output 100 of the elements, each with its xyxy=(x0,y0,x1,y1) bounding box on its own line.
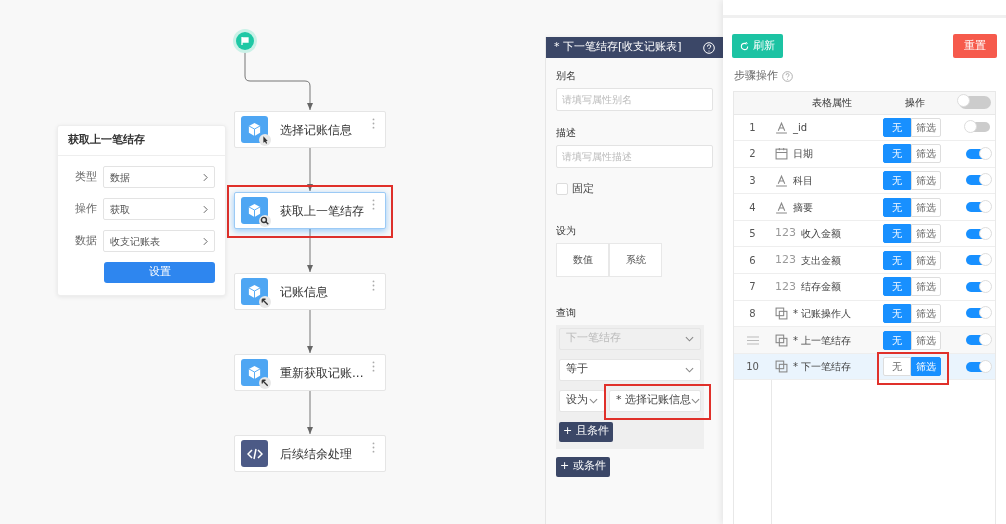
cube-icon xyxy=(247,203,262,218)
linked-squares-icon xyxy=(775,333,788,347)
attribute-name: 结存金额 xyxy=(801,280,841,295)
segment-option[interactable]: 筛选 xyxy=(911,171,941,190)
attribute-name: 日期 xyxy=(793,147,813,162)
segment-option[interactable]: 筛选 xyxy=(911,277,941,297)
checkbox[interactable] xyxy=(556,183,568,196)
node-label: 记账信息 xyxy=(280,283,328,301)
segment-option[interactable]: 筛选 xyxy=(911,197,941,217)
row-number: 10 xyxy=(746,360,759,375)
segment-option[interactable]: 筛选 xyxy=(911,144,941,164)
table-row[interactable]: 1 _id 无 筛选 xyxy=(734,114,995,142)
table-row[interactable]: 6 123 支出金额 无 筛选 xyxy=(734,247,995,275)
flow-node[interactable]: 选择记账信息 xyxy=(234,111,386,148)
chevron-right-icon xyxy=(203,236,208,246)
field-label: 查询 xyxy=(556,305,577,320)
arrow-icon xyxy=(259,296,271,308)
table-row[interactable]: 3 科目 无 筛选 xyxy=(734,167,995,195)
table-row[interactable]: * 上一笔结存 无 筛选 xyxy=(734,327,995,354)
toggle-switch[interactable] xyxy=(966,308,990,319)
connector xyxy=(307,390,313,435)
option-button[interactable]: 数值 xyxy=(556,242,609,277)
flag-icon xyxy=(241,37,249,45)
flow-node[interactable]: 记账信息 xyxy=(234,273,386,310)
table-row[interactable]: 2 日期 无 筛选 xyxy=(734,141,995,168)
add-and-condition-button[interactable]: + 且条件 xyxy=(559,421,613,442)
section-label: 步骤操作 xyxy=(734,68,778,84)
row-number: 2 xyxy=(749,147,756,162)
linked-squares-icon xyxy=(775,360,788,374)
field-label: 别名 xyxy=(556,69,577,83)
more-icon[interactable] xyxy=(372,361,375,372)
more-icon[interactable] xyxy=(372,442,375,453)
attribute-name: * 记账操作人 xyxy=(793,306,852,321)
segment-option[interactable]: 筛选 xyxy=(911,303,941,323)
flow-node[interactable]: 获取上一笔结存 xyxy=(234,192,386,229)
toggle-switch[interactable] xyxy=(966,122,990,133)
select-field[interactable]: * 选择记账信息 xyxy=(609,389,701,412)
drag-handle-icon[interactable] xyxy=(746,335,759,345)
text-type-icon xyxy=(775,174,788,187)
column-header: 表格属性 xyxy=(811,96,853,110)
segment-option[interactable]: 筛选 xyxy=(911,250,941,270)
start-node[interactable] xyxy=(236,32,254,50)
select-field[interactable]: 收支记账表 xyxy=(103,230,215,252)
attribute-name: 支出金额 xyxy=(801,253,841,268)
node-label: 后续结余处理 xyxy=(280,445,352,463)
settings-button[interactable]: 设置 xyxy=(104,262,215,283)
text-type-icon xyxy=(775,200,788,214)
select-field[interactable]: 设为 xyxy=(559,389,605,412)
flow-node[interactable]: 后续结余处理 xyxy=(234,435,386,472)
chevron-down-icon xyxy=(691,397,700,404)
select-field[interactable]: 等于 xyxy=(559,358,701,381)
table-row[interactable]: 8 * 记账操作人 无 筛选 xyxy=(734,300,995,328)
field-label: 操作 xyxy=(74,200,98,217)
more-icon[interactable] xyxy=(372,280,375,291)
toggle-switch[interactable] xyxy=(966,255,990,266)
toggle-switch[interactable] xyxy=(959,96,991,109)
row-number: 4 xyxy=(749,200,756,215)
toggle-switch[interactable] xyxy=(966,228,990,239)
toggle-switch[interactable] xyxy=(966,148,990,159)
toggle-switch[interactable] xyxy=(966,202,990,213)
add-or-condition-button[interactable]: + 或条件 xyxy=(556,456,610,477)
number-type-label: 123 xyxy=(775,278,796,295)
text-type-icon xyxy=(775,120,788,134)
toggle-switch[interactable] xyxy=(966,175,990,186)
row-number: 3 xyxy=(749,174,756,188)
table-row[interactable]: 7 123 结存金额 无 筛选 xyxy=(734,274,995,301)
more-icon[interactable] xyxy=(372,118,375,129)
field-label: 设为 xyxy=(556,223,577,238)
row-number: 1 xyxy=(749,120,756,135)
toggle-switch[interactable] xyxy=(966,361,990,372)
node-label: 获取上一笔结存 xyxy=(280,202,364,220)
attribute-name: 摘要 xyxy=(793,200,813,215)
table-row[interactable]: 10 * 下一笔结存 无 筛选 xyxy=(734,353,995,381)
chevron-down-icon xyxy=(589,397,598,404)
checkbox-label: 固定 xyxy=(572,181,594,197)
more-icon[interactable] xyxy=(372,199,375,210)
chevron-right-icon xyxy=(203,172,208,182)
column-header: 操作 xyxy=(904,96,926,110)
segment-option[interactable]: 筛选 xyxy=(911,117,941,137)
segment-option[interactable]: 无 xyxy=(883,357,911,377)
segment-option[interactable]: 筛选 xyxy=(911,330,941,350)
pointer-icon xyxy=(259,134,271,146)
table-row[interactable]: 4 摘要 无 筛选 xyxy=(734,194,995,221)
table-row[interactable]: 5 123 收入金额 无 筛选 xyxy=(734,220,995,248)
linked-squares-icon xyxy=(775,306,788,320)
node-label: 选择记账信息 xyxy=(280,121,352,139)
toggle-switch[interactable] xyxy=(966,281,990,292)
select-field[interactable]: 数据 xyxy=(103,166,215,188)
connector xyxy=(307,228,313,273)
field-label: 描述 xyxy=(556,126,577,140)
refresh-icon xyxy=(740,41,749,51)
flow-node[interactable]: 重新获取记账... xyxy=(234,354,386,391)
cube-icon xyxy=(247,122,262,137)
panel-title: * 下一笔结存[收支记账表] xyxy=(554,39,682,56)
connector xyxy=(307,309,313,354)
option-button[interactable]: 系统 xyxy=(609,242,662,277)
toggle-switch[interactable] xyxy=(966,335,990,346)
segment-option[interactable]: 筛选 xyxy=(911,224,941,244)
search-icon xyxy=(259,215,271,227)
select-field[interactable]: 获取 xyxy=(103,198,215,220)
